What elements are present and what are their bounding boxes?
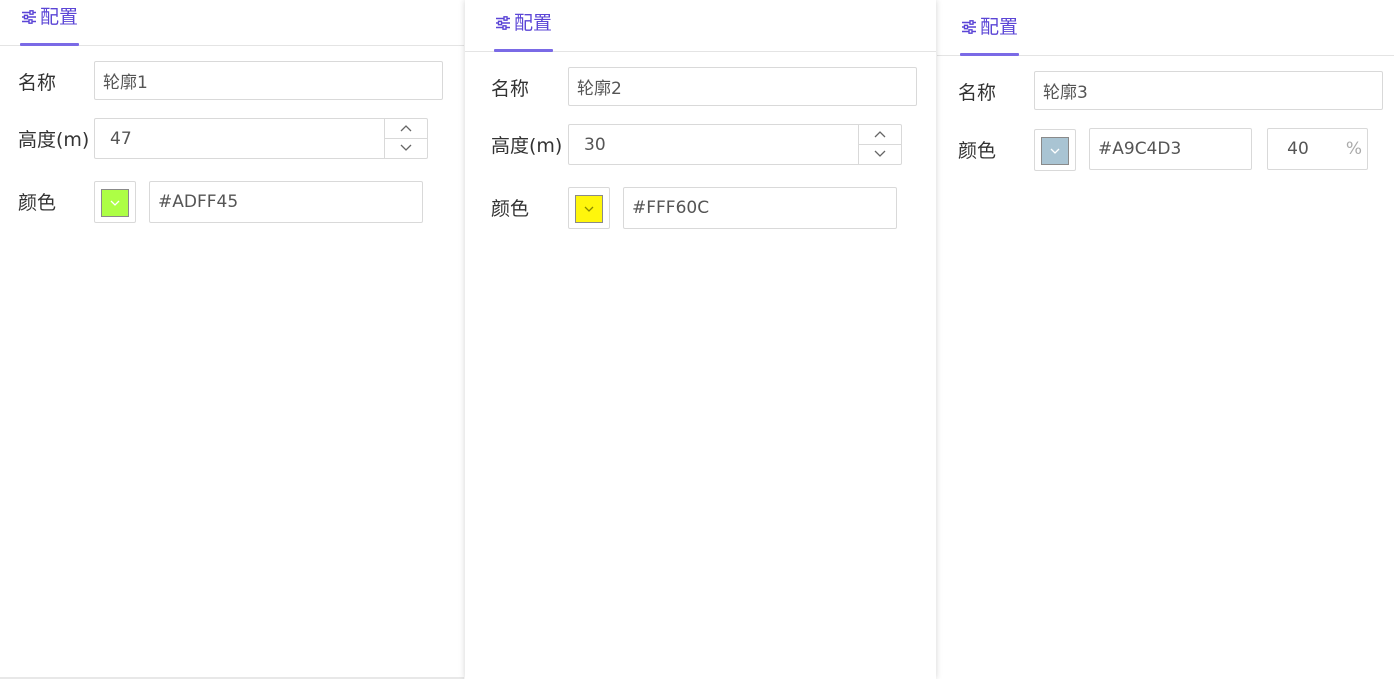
height-stepper[interactable]: 47: [94, 118, 428, 159]
opacity-value: 40: [1287, 139, 1309, 159]
tab-active-indicator: [960, 53, 1020, 56]
increment-button[interactable]: [385, 119, 427, 139]
height-label: 高度(m): [18, 129, 90, 151]
height-label: 高度(m): [491, 135, 563, 157]
tab-bar: 配置: [937, 0, 1394, 56]
tab-config[interactable]: 配置: [20, 3, 80, 46]
color-label: 颜色: [958, 140, 997, 162]
tab-active-indicator: [20, 43, 80, 46]
config-panel-2: 配置 名称 轮廓2 高度(m) 30 颜色 #FFF60C: [465, 0, 936, 679]
color-swatch: [575, 195, 603, 223]
config-panel-3: 配置 名称 轮廓3 颜色 #A9C4D3 40 %: [937, 0, 1394, 679]
name-label: 名称: [491, 78, 530, 100]
color-picker[interactable]: [568, 187, 610, 229]
color-swatch: [101, 189, 129, 217]
color-hex-input[interactable]: #ADFF45: [149, 181, 423, 223]
decrement-button[interactable]: [385, 139, 427, 159]
height-value: 30: [584, 134, 606, 155]
name-input[interactable]: 轮廓1: [94, 61, 443, 100]
spin-buttons: [858, 125, 901, 164]
height-value: 47: [110, 128, 132, 149]
color-swatch: [1041, 137, 1069, 165]
sliders-icon: [962, 20, 976, 34]
color-label: 颜色: [491, 198, 530, 220]
chevron-down-icon: [1050, 148, 1060, 154]
height-stepper[interactable]: 30: [568, 124, 902, 165]
chevron-up-icon: [874, 131, 886, 138]
opacity-input[interactable]: 40 %: [1267, 128, 1368, 170]
tab-config[interactable]: 配置: [960, 13, 1020, 56]
tab-bar: 配置: [465, 0, 936, 52]
chevron-down-icon: [110, 200, 120, 206]
color-label: 颜色: [18, 192, 57, 214]
tab-config-label: 配置: [980, 16, 1019, 38]
tab-active-indicator: [494, 49, 554, 52]
tab-config-label: 配置: [40, 6, 79, 28]
config-panel-1: 配置 名称 轮廓1 高度(m) 47 颜色 #ADFF45: [0, 0, 464, 679]
spin-buttons: [384, 119, 427, 158]
chevron-down-icon: [400, 144, 412, 152]
color-hex-input[interactable]: #A9C4D3: [1089, 128, 1252, 170]
chevron-down-icon: [584, 206, 594, 212]
decrement-button[interactable]: [859, 145, 901, 165]
color-picker[interactable]: [94, 181, 136, 223]
sliders-icon: [22, 10, 36, 24]
opacity-unit: %: [1345, 139, 1362, 159]
name-label: 名称: [18, 72, 57, 94]
chevron-up-icon: [400, 125, 412, 132]
color-picker[interactable]: [1034, 129, 1076, 171]
increment-button[interactable]: [859, 125, 901, 145]
name-input[interactable]: 轮廓2: [568, 67, 917, 106]
tab-config-label: 配置: [514, 12, 553, 34]
color-hex-input[interactable]: #FFF60C: [623, 187, 897, 229]
tab-config[interactable]: 配置: [494, 9, 554, 52]
tab-bar: 配置: [0, 0, 464, 46]
name-label: 名称: [958, 82, 997, 104]
name-input[interactable]: 轮廓3: [1034, 71, 1383, 110]
chevron-down-icon: [874, 150, 886, 158]
sliders-icon: [496, 16, 510, 30]
